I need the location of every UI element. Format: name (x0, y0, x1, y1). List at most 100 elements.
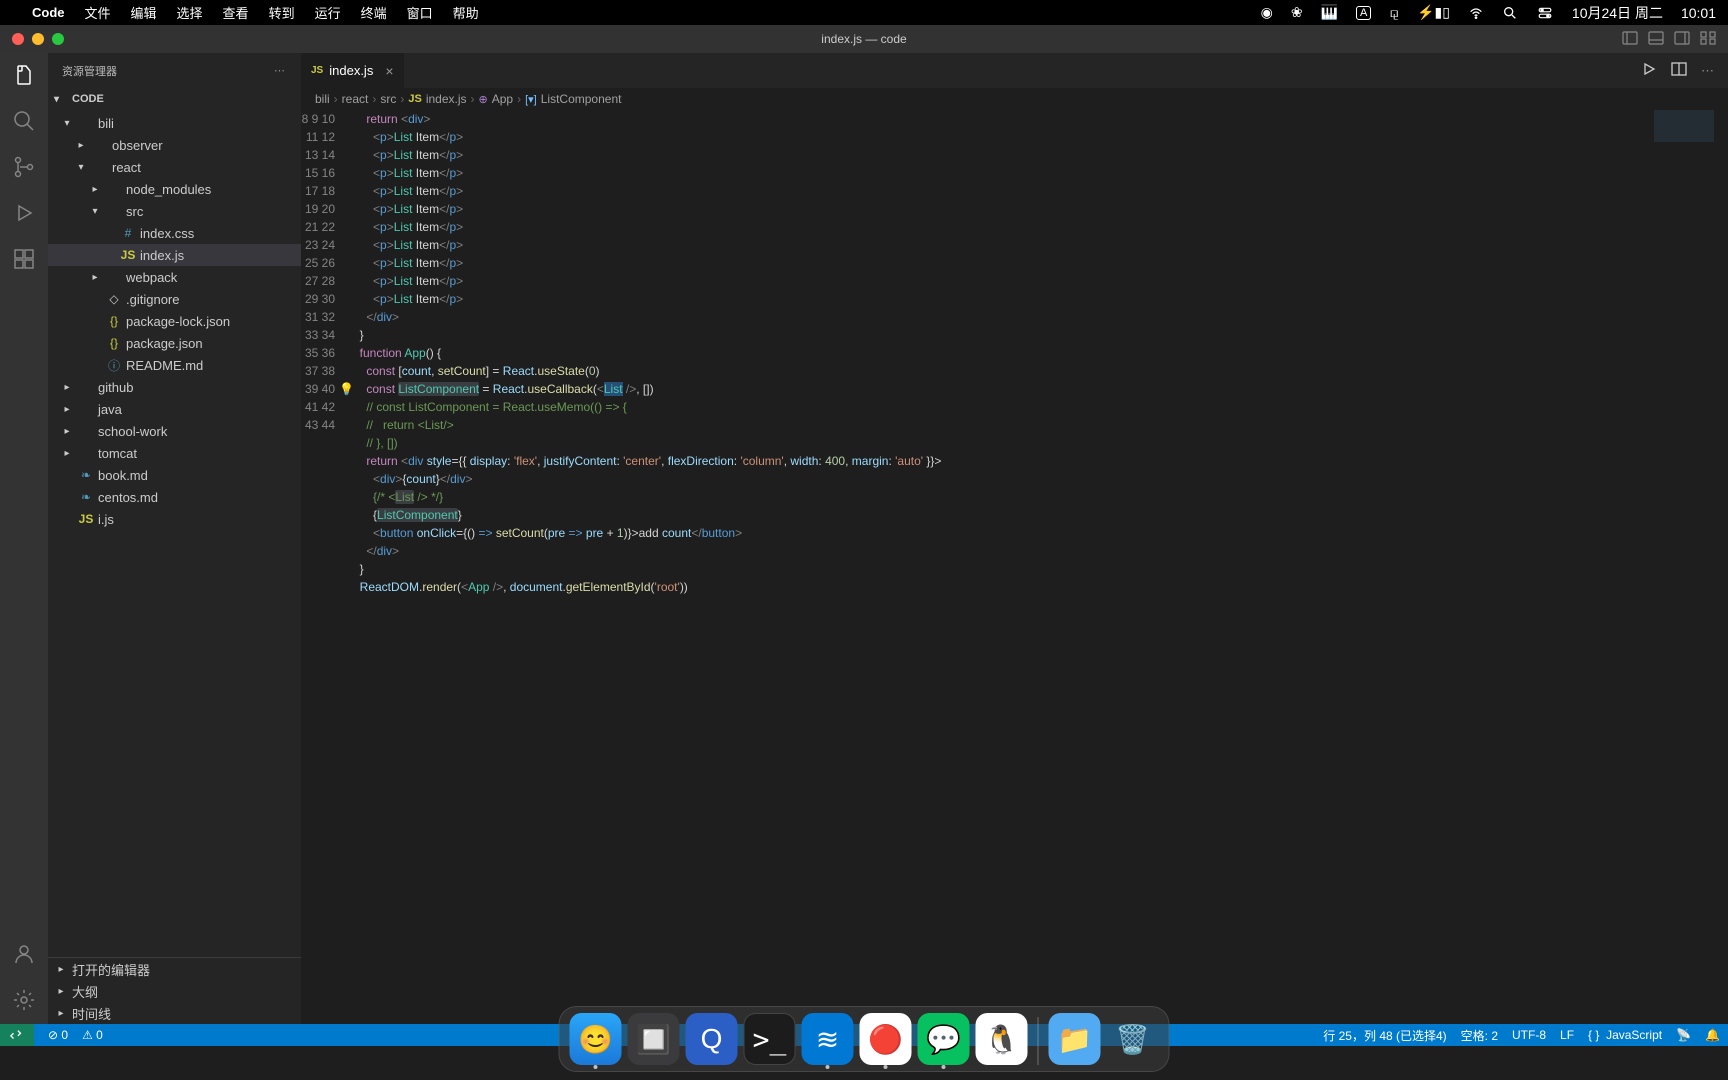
menu-terminal[interactable]: 终端 (361, 3, 387, 22)
tree-item-i.js[interactable]: JSi.js (48, 508, 301, 530)
bc-4[interactable]: App (492, 92, 513, 106)
wechat-tray-icon[interactable]: ❀ (1291, 4, 1303, 21)
debug-icon[interactable] (12, 201, 36, 225)
bc-1[interactable]: react (342, 92, 369, 106)
dock-wechat[interactable]: 💬 (918, 1013, 970, 1065)
bc-2[interactable]: src (380, 92, 396, 106)
explorer-icon[interactable] (12, 63, 36, 87)
extensions-icon[interactable] (12, 247, 36, 271)
input-icon[interactable]: A (1356, 6, 1371, 20)
timeline-section[interactable]: ▸时间线 (48, 1002, 301, 1024)
maximize-window-button[interactable] (52, 33, 64, 45)
status-bell-icon[interactable]: 🔔 (1705, 1028, 1720, 1042)
tree-item-node_modules[interactable]: ▸node_modules (48, 178, 301, 200)
file-tree[interactable]: ▾bili▸observer▾react▸node_modules▾src#in… (48, 110, 301, 957)
menu-help[interactable]: 帮助 (453, 3, 479, 22)
status-eol[interactable]: LF (1560, 1028, 1574, 1042)
tree-item-src[interactable]: ▾src (48, 200, 301, 222)
menu-window[interactable]: 窗口 (407, 3, 433, 22)
tree-item-java[interactable]: ▸java (48, 398, 301, 420)
tree-item-github[interactable]: ▸github (48, 376, 301, 398)
account-icon[interactable] (12, 942, 36, 966)
tree-item-bili[interactable]: ▾bili (48, 112, 301, 134)
tree-item-.gitignore[interactable]: ◇.gitignore (48, 288, 301, 310)
dock-launchpad[interactable]: 🔲 (628, 1013, 680, 1065)
dock-trash[interactable]: 🗑️ (1107, 1013, 1159, 1065)
settings-icon[interactable] (12, 988, 36, 1012)
tree-item-index.css[interactable]: #index.css (48, 222, 301, 244)
activity-bar (0, 53, 48, 1024)
layout-secondary-icon[interactable] (1674, 30, 1690, 49)
breadcrumb[interactable]: bili› react› src› JS index.js› ⊕ App› [▾… (301, 88, 1728, 110)
app-name[interactable]: Code (32, 5, 65, 20)
minimize-window-button[interactable] (32, 33, 44, 45)
dock-terminal[interactable]: >_ (744, 1013, 796, 1065)
split-editor-icon[interactable] (1671, 61, 1687, 80)
battery-icon[interactable]: ⚡▮▯ (1417, 4, 1450, 21)
menu-edit[interactable]: 编辑 (131, 3, 157, 22)
layout-custom-icon[interactable] (1700, 30, 1716, 49)
dock-quicktime[interactable]: Q (686, 1013, 738, 1065)
status-feedback-icon[interactable]: 📡 (1676, 1028, 1691, 1042)
minimap[interactable] (1654, 110, 1714, 190)
tree-item-README.md[interactable]: ⓘREADME.md (48, 354, 301, 376)
close-tab-icon[interactable]: × (385, 63, 393, 79)
tree-item-package.json[interactable]: {}package.json (48, 332, 301, 354)
search-activity-icon[interactable] (12, 109, 36, 133)
open-editors-section[interactable]: ▸打开的编辑器 (48, 958, 301, 980)
tree-item-book.md[interactable]: ❧book.md (48, 464, 301, 486)
status-spaces[interactable]: 空格: 2 (1461, 1027, 1498, 1044)
tree-item-observer[interactable]: ▸observer (48, 134, 301, 156)
bc-fn-icon: ⊕ (479, 93, 488, 106)
dock-vscode[interactable]: ≋ (802, 1013, 854, 1065)
tree-item-school-work[interactable]: ▸school-work (48, 420, 301, 442)
status-cursor[interactable]: 行 25，列 48 (已选择4) (1323, 1027, 1446, 1044)
dock-chrome[interactable]: 🔴 (860, 1013, 912, 1065)
menu-run[interactable]: 运行 (315, 3, 341, 22)
status-encoding[interactable]: UTF-8 (1512, 1028, 1546, 1042)
dock-finder[interactable]: 😊 (570, 1013, 622, 1065)
tree-item-react[interactable]: ▾react (48, 156, 301, 178)
menubar-time[interactable]: 10:01 (1681, 5, 1716, 21)
layout-primary-icon[interactable] (1622, 30, 1638, 49)
status-errors[interactable]: ⊘ 0 (48, 1028, 68, 1042)
tree-item-webpack[interactable]: ▸webpack (48, 266, 301, 288)
run-icon[interactable] (1641, 61, 1657, 80)
search-icon[interactable] (1502, 5, 1518, 21)
code-editor[interactable]: 8 9 10 11 12 13 14 15 16 17 18 19 20 21 … (301, 110, 1728, 1024)
bc-3[interactable]: index.js (426, 92, 467, 106)
tree-item-index.js[interactable]: JSindex.js (48, 244, 301, 266)
layout-panel-icon[interactable] (1648, 30, 1664, 49)
outline-section[interactable]: ▸大纲 (48, 980, 301, 1002)
bc-0[interactable]: bili (315, 92, 330, 106)
dock-qq[interactable]: 🐧 (976, 1013, 1028, 1065)
project-root[interactable]: ▾ CODE (48, 88, 301, 110)
menu-view[interactable]: 查看 (223, 3, 249, 22)
menu-goto[interactable]: 转到 (269, 3, 295, 22)
chevron-icon: ▾ (74, 162, 88, 173)
remote-button[interactable] (0, 1024, 34, 1046)
menu-file[interactable]: 文件 (85, 3, 111, 22)
dock-folder[interactable]: 📁 (1049, 1013, 1101, 1065)
code-view[interactable]: return <div> <p>List Item</p> <p>List It… (353, 110, 1728, 1024)
control-center-icon[interactable] (1536, 6, 1554, 20)
record-icon[interactable]: ◉ (1261, 4, 1273, 21)
editor-more-icon[interactable]: ⋯ (1701, 63, 1714, 79)
wifi-icon[interactable] (1468, 5, 1484, 21)
menu-select[interactable]: 选择 (177, 3, 203, 22)
bc-file-icon: JS (408, 93, 421, 105)
file-icon: ◇ (106, 292, 122, 306)
tree-item-package-lock.json[interactable]: {}package-lock.json (48, 310, 301, 332)
tab-indexjs[interactable]: JS index.js × (301, 53, 405, 88)
tree-item-centos.md[interactable]: ❧centos.md (48, 486, 301, 508)
bluetooth-icon[interactable]: ⚼ (1389, 4, 1399, 21)
status-warnings[interactable]: ⚠ 0 (82, 1028, 103, 1042)
bc-5[interactable]: ListComponent (541, 92, 622, 106)
sidebar-more-icon[interactable]: ⋯ (274, 64, 287, 77)
source-control-icon[interactable] (12, 155, 36, 179)
close-window-button[interactable] (12, 33, 24, 45)
status-lang[interactable]: { } JavaScript (1588, 1028, 1662, 1042)
menubar-date[interactable]: 10月24日 周二 (1572, 3, 1663, 23)
tree-item-tomcat[interactable]: ▸tomcat (48, 442, 301, 464)
tools-icon[interactable]: 🎹 (1321, 4, 1338, 21)
